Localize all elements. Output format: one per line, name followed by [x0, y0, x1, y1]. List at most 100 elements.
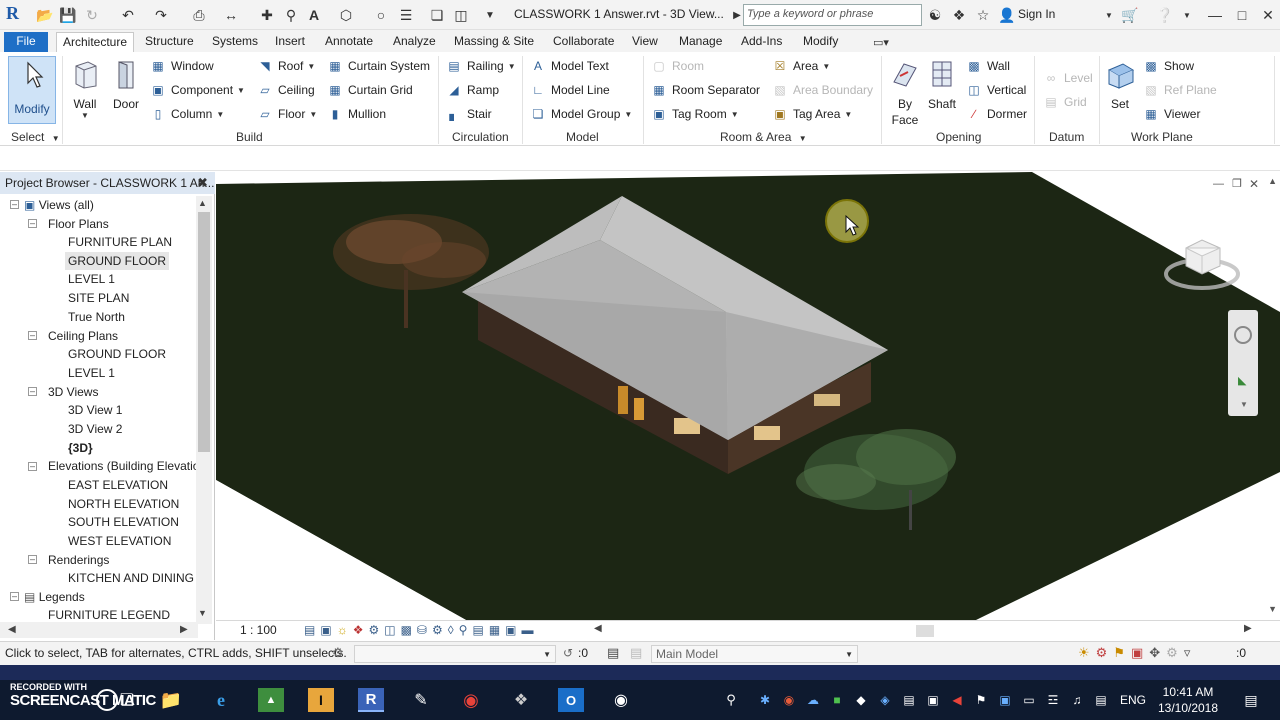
undo-icon[interactable]: ↶ — [119, 6, 137, 24]
design-option-dropdown[interactable]: Main Model ▼ — [651, 645, 858, 663]
internet-explorer-icon[interactable]: e — [208, 688, 234, 712]
by-face-button[interactable]: By Face — [885, 58, 925, 127]
tab-annotate[interactable]: Annotate — [319, 32, 379, 52]
sign-in-link[interactable]: Sign In — [1018, 7, 1055, 21]
tree-ceiling-plans[interactable]: Ceiling Plans — [48, 327, 118, 345]
taskbar-clock[interactable]: 10:41 AM 13/10/2018 — [1152, 684, 1224, 716]
tree-renderings[interactable]: Renderings — [48, 551, 109, 569]
maximize-button[interactable]: □ — [1230, 4, 1254, 26]
favorites-star-icon[interactable]: ☆ — [974, 6, 992, 24]
tree-item-west-elevation[interactable]: WEST ELEVATION — [68, 532, 171, 550]
tree-collapse-icon[interactable]: – — [28, 555, 37, 564]
tree-item-kitchen-and-dining[interactable]: KITCHEN AND DINING — [68, 569, 194, 587]
tab-manage[interactable]: Manage — [673, 32, 728, 52]
revit-logo-icon[interactable]: R — [6, 3, 26, 25]
tree-item-true-north[interactable]: True North — [68, 308, 125, 326]
crop-view-icon[interactable]: ◫ — [384, 623, 395, 637]
tray-red-icon[interactable]: ◀ — [944, 688, 970, 712]
subscription-icon[interactable]: ❖ — [950, 6, 968, 24]
column-button[interactable]: ▯ Column ▼ — [150, 104, 225, 124]
sun-path-icon[interactable]: ☼ — [337, 623, 348, 637]
roof-button[interactable]: ◥ Roof ▼ — [257, 56, 315, 76]
area-boundary-button[interactable]: ▧ Area Boundary — [772, 80, 873, 100]
room-area-panel-label[interactable]: Room & Area ▼ — [720, 130, 807, 144]
editing-requests-icon[interactable]: ↺ — [563, 646, 573, 660]
project-browser-scroll-thumb[interactable] — [198, 212, 210, 452]
tab-modify[interactable]: Modify — [797, 32, 844, 52]
text-icon[interactable]: A — [305, 6, 323, 24]
hscroll-right-icon[interactable]: ▶ — [1244, 623, 1252, 634]
filter-icon[interactable]: ▿ — [1184, 645, 1191, 661]
tab-add-ins[interactable]: Add-Ins — [735, 32, 788, 52]
analytical-model-icon[interactable]: ▦ — [489, 623, 500, 637]
show-work-plane-button[interactable]: ▩ Show — [1143, 56, 1194, 76]
scroll-left-icon[interactable]: ◀ — [8, 624, 16, 635]
select-by-face-icon[interactable]: ▣ — [1131, 645, 1143, 661]
search-input[interactable]: Type a keyword or phrase — [743, 4, 922, 26]
help-icon[interactable]: ❔ — [1156, 6, 1174, 24]
tree-item-north-elevation[interactable]: NORTH ELEVATION — [68, 495, 179, 513]
model-group-button[interactable]: ❏ Model Group ▼ — [530, 104, 633, 124]
tray-shield-icon[interactable]: ◈ — [872, 688, 898, 712]
scroll-right-icon[interactable]: ▶ — [180, 624, 188, 635]
network-bars-icon[interactable]: ▤ — [896, 688, 922, 712]
tag-room-button[interactable]: ▣ Tag Room ▼ — [651, 104, 738, 124]
scroll-up-icon[interactable]: ▲ — [198, 198, 207, 208]
screencast-icon[interactable]: ◉ — [608, 688, 634, 712]
set-work-plane-button[interactable]: Set — [1100, 58, 1140, 111]
visual-style-icon[interactable]: ▣ — [320, 623, 331, 637]
aligned-dimension-icon[interactable]: ✚ — [258, 6, 276, 24]
tab-analyze[interactable]: Analyze — [387, 32, 442, 52]
door-button[interactable]: Door — [106, 58, 146, 111]
tray-app-icon[interactable]: ◉ — [776, 688, 802, 712]
workset-icon[interactable]: ⚙ — [332, 645, 344, 661]
wifi-icon[interactable]: ☲ — [1040, 688, 1066, 712]
highlight-displacement-icon[interactable]: ▣ — [505, 623, 516, 637]
tree-item-3d-default[interactable]: {3D} — [68, 439, 93, 457]
temporary-hide-icon[interactable]: ⚙ — [432, 623, 443, 637]
drag-elements-icon[interactable]: ✥ — [1149, 645, 1160, 661]
switch-windows-icon[interactable]: ◫ — [452, 6, 470, 24]
viewer-button[interactable]: ▦ Viewer — [1143, 104, 1200, 124]
hscroll-left-icon[interactable]: ◀ — [594, 623, 602, 634]
project-browser-close-icon[interactable]: ✖ — [197, 175, 208, 191]
tree-item-south-elevation[interactable]: SOUTH ELEVATION — [68, 513, 179, 531]
people-icon[interactable]: ⚲ — [718, 688, 744, 712]
unlocked-view-icon[interactable]: ⛁ — [417, 623, 427, 637]
tree-legends[interactable]: ▤ Legends — [24, 588, 85, 606]
curtain-system-button[interactable]: ▦ Curtain System — [327, 56, 430, 76]
settings-app-icon[interactable]: ❖ — [508, 688, 534, 712]
green-app-icon[interactable]: ▲ — [258, 688, 284, 712]
wall-button[interactable]: Wall ▼ — [65, 58, 105, 120]
tray-green-icon[interactable]: ■ — [824, 688, 850, 712]
tree-collapse-icon[interactable]: – — [28, 462, 37, 471]
railing-button[interactable]: ▤ Railing ▼ — [446, 56, 515, 76]
select-panel-label[interactable]: Select ▼ — [11, 130, 60, 144]
tree-collapse-icon[interactable]: – — [10, 592, 19, 601]
background-processes-icon[interactable]: ⚙ — [1166, 645, 1178, 661]
ramp-button[interactable]: ◢ Ramp — [446, 80, 499, 100]
ref-plane-button[interactable]: ▧ Ref Plane — [1143, 80, 1216, 100]
file-explorer-icon[interactable]: 📁 — [158, 688, 184, 712]
help-dropdown-icon[interactable]: ▼ — [1178, 6, 1196, 24]
view-scale[interactable]: 1 : 100 — [240, 623, 277, 637]
model-text-button[interactable]: A Model Text — [530, 56, 609, 76]
zoom-icon[interactable]: ◣ — [1238, 374, 1246, 387]
tab-view[interactable]: View — [626, 32, 664, 52]
select-pinned-icon[interactable]: ⚑ — [1113, 645, 1125, 661]
thin-lines-icon[interactable]: ☰ — [397, 6, 415, 24]
volume-icon[interactable]: ♫ — [1064, 688, 1090, 712]
tree-item-furniture-plan[interactable]: FURNITURE PLAN — [68, 233, 172, 251]
print-icon[interactable]: ⎙ — [190, 6, 208, 24]
sketch-app-icon[interactable]: ✎ — [408, 688, 434, 712]
tray-box-icon[interactable]: ▣ — [920, 688, 946, 712]
dormer-opening-button[interactable]: ∕ Dormer — [966, 104, 1027, 124]
project-browser-horizontal-scrollbar[interactable] — [0, 622, 198, 638]
wall-dropdown-icon[interactable]: ▼ — [65, 111, 105, 120]
close-hidden-windows-icon[interactable]: ❏ — [428, 6, 446, 24]
tree-item-3d-view-2[interactable]: 3D View 2 — [68, 420, 122, 438]
tree-elevations[interactable]: Elevations (Building Elevatio — [48, 457, 199, 475]
tab-structure[interactable]: Structure — [139, 32, 200, 52]
viewport-hscroll-thumb[interactable] — [916, 625, 934, 637]
exclude-options-icon[interactable]: ▤ — [630, 645, 642, 661]
